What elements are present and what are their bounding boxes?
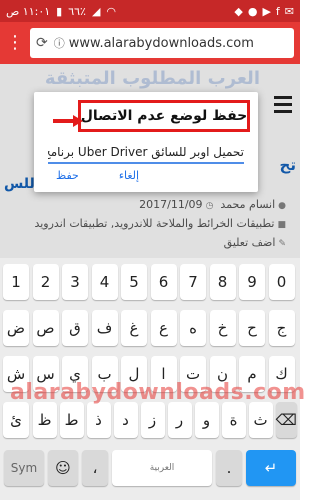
app-notification-icon: ● [247, 4, 258, 18]
arrow-right-icon [53, 115, 83, 127]
info-icon[interactable]: ⓘ [54, 35, 65, 51]
facebook-icon: f [275, 4, 280, 18]
key-row1-6[interactable]: 7 [180, 264, 206, 300]
keyboard: 1234567890 ضصقفغعهخحج شسيبلاتنمك ئظطذدزر… [0, 258, 300, 500]
period-key[interactable]: . [216, 450, 242, 486]
key-row2-5[interactable]: ع [150, 310, 177, 346]
key-row2-0[interactable]: ض [3, 310, 29, 346]
time-text: ١١:٠١ ص [6, 4, 51, 18]
comma-key[interactable]: ، [82, 450, 108, 486]
emoji-icon: ☺ [55, 459, 71, 477]
address-bar[interactable]: ⟳ ⓘ www.alarabydownloads.com [30, 28, 294, 58]
key-row3-4[interactable]: ل [121, 356, 147, 392]
battery-percent: ٦٦٪ [68, 4, 86, 18]
wifi-icon: ◠ [106, 4, 117, 18]
page-title-input[interactable]: تحميل اوبر للسائق Uber Driver برنامج [48, 142, 244, 164]
signal-icon: ◢ [91, 4, 101, 18]
status-notifications: ١١:٠١ ص ▮ ٦٦٪ ◢ ◠ [6, 6, 116, 17]
key-row4-4[interactable]: ز [140, 402, 165, 438]
enter-key[interactable]: ↵ [246, 450, 296, 486]
dialog-title-highlight: حفظ لوضع عدم الاتصال [53, 100, 250, 132]
key-row1-3[interactable]: 4 [91, 264, 118, 300]
key-row2-1[interactable]: ص [32, 310, 59, 346]
key-row3-7[interactable]: ن [209, 356, 236, 392]
browser-toolbar: ⋮ ⟳ ⓘ www.alarabydownloads.com [0, 22, 300, 64]
key-row2-2[interactable]: ق [62, 310, 88, 346]
key-row1-7[interactable]: 8 [209, 264, 236, 300]
key-row1-1[interactable]: 2 [32, 264, 59, 300]
key-row1-0[interactable]: 1 [3, 264, 29, 300]
key-row4-3[interactable]: د [113, 402, 138, 438]
key-row4-0[interactable]: ظ [32, 402, 57, 438]
dialog-actions: حفظ إلغاء [34, 166, 258, 184]
key-row4-extra[interactable]: ئ [3, 402, 29, 438]
key-row4-8[interactable]: ث [248, 402, 273, 438]
key-row1-5[interactable]: 6 [150, 264, 177, 300]
save-button[interactable]: حفظ [56, 166, 79, 184]
dialog-title: حفظ لوضع عدم الاتصال [80, 108, 248, 124]
key-row3-9[interactable]: ك [268, 356, 295, 392]
space-key-label: العربية [149, 463, 175, 473]
key-row1-4[interactable]: 5 [121, 264, 147, 300]
sym-key[interactable]: Sym [4, 450, 44, 486]
keyboard-row-3: ئ ظ ط ذ د ز ر و ة ث ⌫ [0, 402, 300, 438]
key-row1-8[interactable]: 9 [239, 264, 265, 300]
key-row2-6[interactable]: ه [180, 310, 206, 346]
key-row3-1[interactable]: س [32, 356, 59, 392]
battery-icon: ▮ [56, 4, 63, 18]
backspace-key[interactable]: ⌫ [275, 402, 297, 438]
key-row2-9[interactable]: ج [268, 310, 295, 346]
key-row3-8[interactable]: م [239, 356, 265, 392]
key-row1-9[interactable]: 0 [268, 264, 295, 300]
keyboard-row-bottom: Sym ☺ ، العربية . ↵ [0, 450, 300, 486]
status-bar: ١١:٠١ ص ▮ ٦٦٪ ◢ ◠ ◆ ● ▶ f ✉ [0, 0, 300, 22]
emoji-key[interactable]: ☺ [48, 450, 78, 486]
status-app-icons: ◆ ● ▶ f ✉ [234, 6, 294, 17]
space-key[interactable]: العربية [112, 450, 212, 486]
backspace-icon: ⌫ [275, 411, 297, 429]
key-row3-0[interactable]: ش [3, 356, 29, 392]
cancel-button[interactable]: إلغاء [119, 166, 139, 184]
key-row4-6[interactable]: و [194, 402, 219, 438]
key-row2-7[interactable]: خ [209, 310, 236, 346]
menu-icon[interactable]: ⋮ [6, 34, 24, 52]
key-row2-3[interactable]: ف [91, 310, 118, 346]
reload-icon[interactable]: ⟳ [36, 35, 48, 51]
app-notification-icon: ◆ [234, 4, 243, 18]
key-row2-8[interactable]: ح [239, 310, 265, 346]
key-row4-5[interactable]: ر [167, 402, 192, 438]
keyboard-row-numbers: 1234567890 [0, 264, 300, 300]
save-offline-dialog: حفظ لوضع عدم الاتصال تحميل اوبر للسائق U… [34, 92, 258, 192]
key-row4-2[interactable]: ذ [86, 402, 111, 438]
keyboard-row-1: ضصقفغعهخحج [0, 310, 300, 346]
key-row2-4[interactable]: غ [121, 310, 147, 346]
app-notification-icon: ✉ [284, 4, 294, 18]
app-notification-icon: ▶ [262, 4, 271, 18]
keyboard-row-2: شسيبلاتنمك [0, 356, 300, 392]
key-row4-1[interactable]: ط [59, 402, 84, 438]
key-row3-5[interactable]: ا [150, 356, 177, 392]
key-row4-7[interactable]: ة [221, 402, 246, 438]
key-row3-6[interactable]: ت [180, 356, 206, 392]
key-row3-3[interactable]: ب [91, 356, 118, 392]
enter-icon: ↵ [264, 459, 278, 477]
url-text[interactable]: www.alarabydownloads.com [69, 36, 254, 51]
key-row3-2[interactable]: ي [62, 356, 88, 392]
key-row1-2[interactable]: 3 [62, 264, 88, 300]
